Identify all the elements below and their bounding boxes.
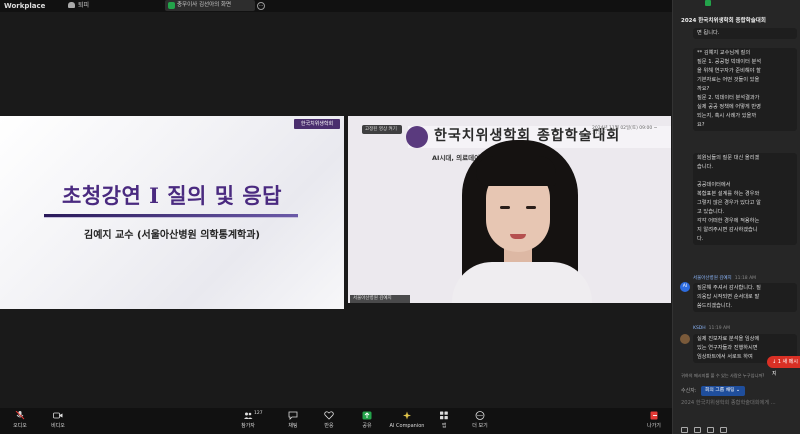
sender-name: KSDH	[693, 326, 706, 331]
chat-message: 면 됩니다.	[693, 28, 797, 39]
pin-video-badge[interactable]: 고정된 영상 켜기	[362, 125, 402, 134]
sender-name: 서울아산병원 김예지	[693, 276, 732, 281]
speaker-eye	[526, 206, 536, 209]
leave-shortcut-label: 퇴피	[78, 2, 90, 9]
audio-label: 오디오	[13, 423, 27, 429]
ai-companion-icon	[403, 411, 411, 420]
chat-messages[interactable]: 면 됩니다. ** 김예지 교수님께 질의 질문 1. 공공형 빅데이터 분석 …	[673, 28, 800, 372]
file-icon[interactable]	[707, 427, 714, 433]
more-label: 더 보기	[472, 423, 488, 429]
banner-date: 2024년 11월 02일(토) 09:00 ~ 17:20	[592, 126, 658, 136]
chat-title: 2024 한국치위생학회 종합학술대회	[681, 18, 766, 24]
speaker-video[interactable]: 한국치위생학회 종합학술대회 2024년 11월 02일(토) 09:00 ~ …	[348, 116, 671, 303]
visibility-notice[interactable]: 귀하의 메시지를 볼 수 있는 사람은 누구입니까?	[681, 372, 799, 380]
security-shield-icon	[705, 0, 711, 6]
share-screen-icon	[168, 2, 175, 9]
speaker-eye	[500, 206, 510, 209]
message-sender: 서울아산병원 김예지 11:18 AM	[693, 276, 756, 282]
reactions-label: 반응	[324, 423, 334, 429]
slide-divider-thin	[44, 217, 298, 218]
speaker-mouth	[510, 234, 526, 239]
message-time: 11:18 AM	[734, 276, 757, 281]
screen-share-chip[interactable]: 충무이사 김선아의 화면	[165, 0, 255, 11]
participants-label: 참가자	[241, 423, 255, 429]
video-label: 비디오	[51, 423, 65, 429]
share-label: 공유	[362, 423, 372, 429]
apps-icon	[440, 411, 448, 420]
recipient-select[interactable]: 회의 그룹 채팅 ⌄	[701, 386, 745, 396]
format-icon[interactable]	[681, 427, 688, 433]
user-icon	[68, 2, 75, 8]
screenshot-icon[interactable]	[720, 427, 727, 433]
apps-label: 앱	[441, 423, 447, 429]
participants-icon	[244, 412, 253, 419]
participants-button[interactable]: 127 참가자	[228, 411, 268, 433]
speaker-body	[452, 262, 592, 303]
avatar[interactable]: AI	[680, 282, 690, 292]
reactions-button[interactable]: 반응	[309, 411, 349, 433]
share-icon	[362, 411, 372, 420]
meeting-window: Workplace 퇴피 충무이사 김선아의 화면 ··· 한국치위생학회 초청…	[0, 0, 800, 434]
apps-button[interactable]: 앱	[424, 411, 464, 433]
shared-screen: 한국치위생학회 초청강연 Ⅰ 질의 및 응답 김예지 교수 (서울아산병원 의학…	[0, 116, 344, 309]
chat-message: 회원님들의 질문 대신 올리겠 습니다. 공공데이터에서 복합표본 설계를 하는…	[693, 153, 797, 245]
participant-count: 127	[254, 411, 263, 416]
share-button[interactable]: 공유	[347, 411, 387, 433]
slide-background	[0, 116, 344, 309]
chat-input[interactable]	[681, 397, 799, 409]
chat-icon	[288, 411, 298, 420]
more-icon	[475, 411, 485, 420]
ai-companion-label: AI Companion	[389, 423, 425, 429]
mic-muted-icon	[15, 411, 25, 420]
speaker-bangs	[476, 156, 556, 186]
reaction-icon	[324, 411, 334, 420]
chat-message: 질문해 주셔서 감사합니다. 질 의응답 시작되면 순서대로 말 씀드리겠습니다…	[693, 283, 797, 312]
video-button[interactable]: 비디오	[38, 411, 78, 433]
leave-label: 나가기	[647, 423, 661, 429]
chat-tools	[681, 418, 799, 433]
emoji-icon[interactable]	[694, 427, 701, 433]
chat-top-icons	[673, 0, 800, 7]
top-bar: Workplace 퇴피 충무이사 김선아의 화면 ···	[0, 0, 672, 12]
video-icon	[53, 412, 63, 419]
more-button[interactable]: 더 보기	[460, 411, 500, 433]
avatar[interactable]	[680, 334, 690, 344]
message-sender: KSDH 11:19 AM	[693, 326, 730, 332]
slide-title: 초청강연 Ⅰ 질의 및 응답	[62, 183, 282, 208]
leave-button[interactable]: 나가기	[634, 411, 674, 433]
ai-companion-button[interactable]: AI Companion	[387, 411, 427, 433]
leave-shortcut[interactable]: 퇴피	[68, 0, 89, 12]
meeting-toolbar: 오디오 비디오 127 참가자 채팅 반응 공유 AI Companion 앱 …	[0, 408, 672, 434]
new-message-button[interactable]: ↓ 1 새 메시지	[767, 356, 800, 377]
leave-icon	[650, 411, 658, 420]
chat-button[interactable]: 채팅	[273, 411, 313, 433]
app-name: Workplace	[4, 2, 46, 10]
chat-label: 채팅	[288, 423, 298, 429]
slide-subtitle: 김예지 교수 (서울아산병원 의학통계학과)	[84, 230, 260, 241]
recipient-label: 수신자:	[681, 388, 697, 394]
screen-share-chip-label: 충무이사 김선아의 화면	[177, 2, 232, 8]
more-options-icon[interactable]: ···	[257, 2, 265, 10]
society-logo: 한국치위생학회	[294, 119, 340, 129]
message-time: 11:19 AM	[708, 326, 731, 331]
banner-logo	[406, 126, 428, 148]
audio-button[interactable]: 오디오	[0, 411, 40, 433]
participant-name-tag: 서울아산병원 김예지	[350, 295, 410, 303]
chat-panel: 2024 한국치위생학회 종합학술대회 면 됩니다. ** 김예지 교수님께 질…	[672, 0, 800, 434]
chat-message: ** 김예지 교수님께 질의 질문 1. 공공형 빅데이터 분석 을 위해 연구…	[693, 48, 797, 131]
